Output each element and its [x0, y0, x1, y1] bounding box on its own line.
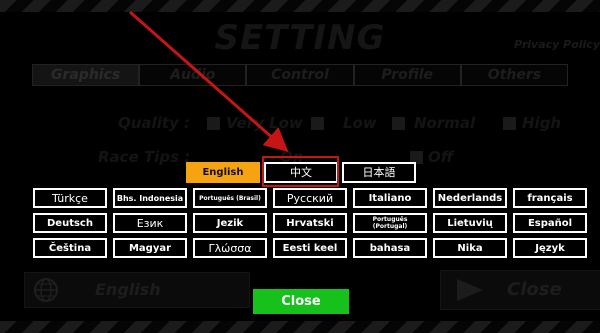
red-arrow-icon: [129, 10, 289, 152]
